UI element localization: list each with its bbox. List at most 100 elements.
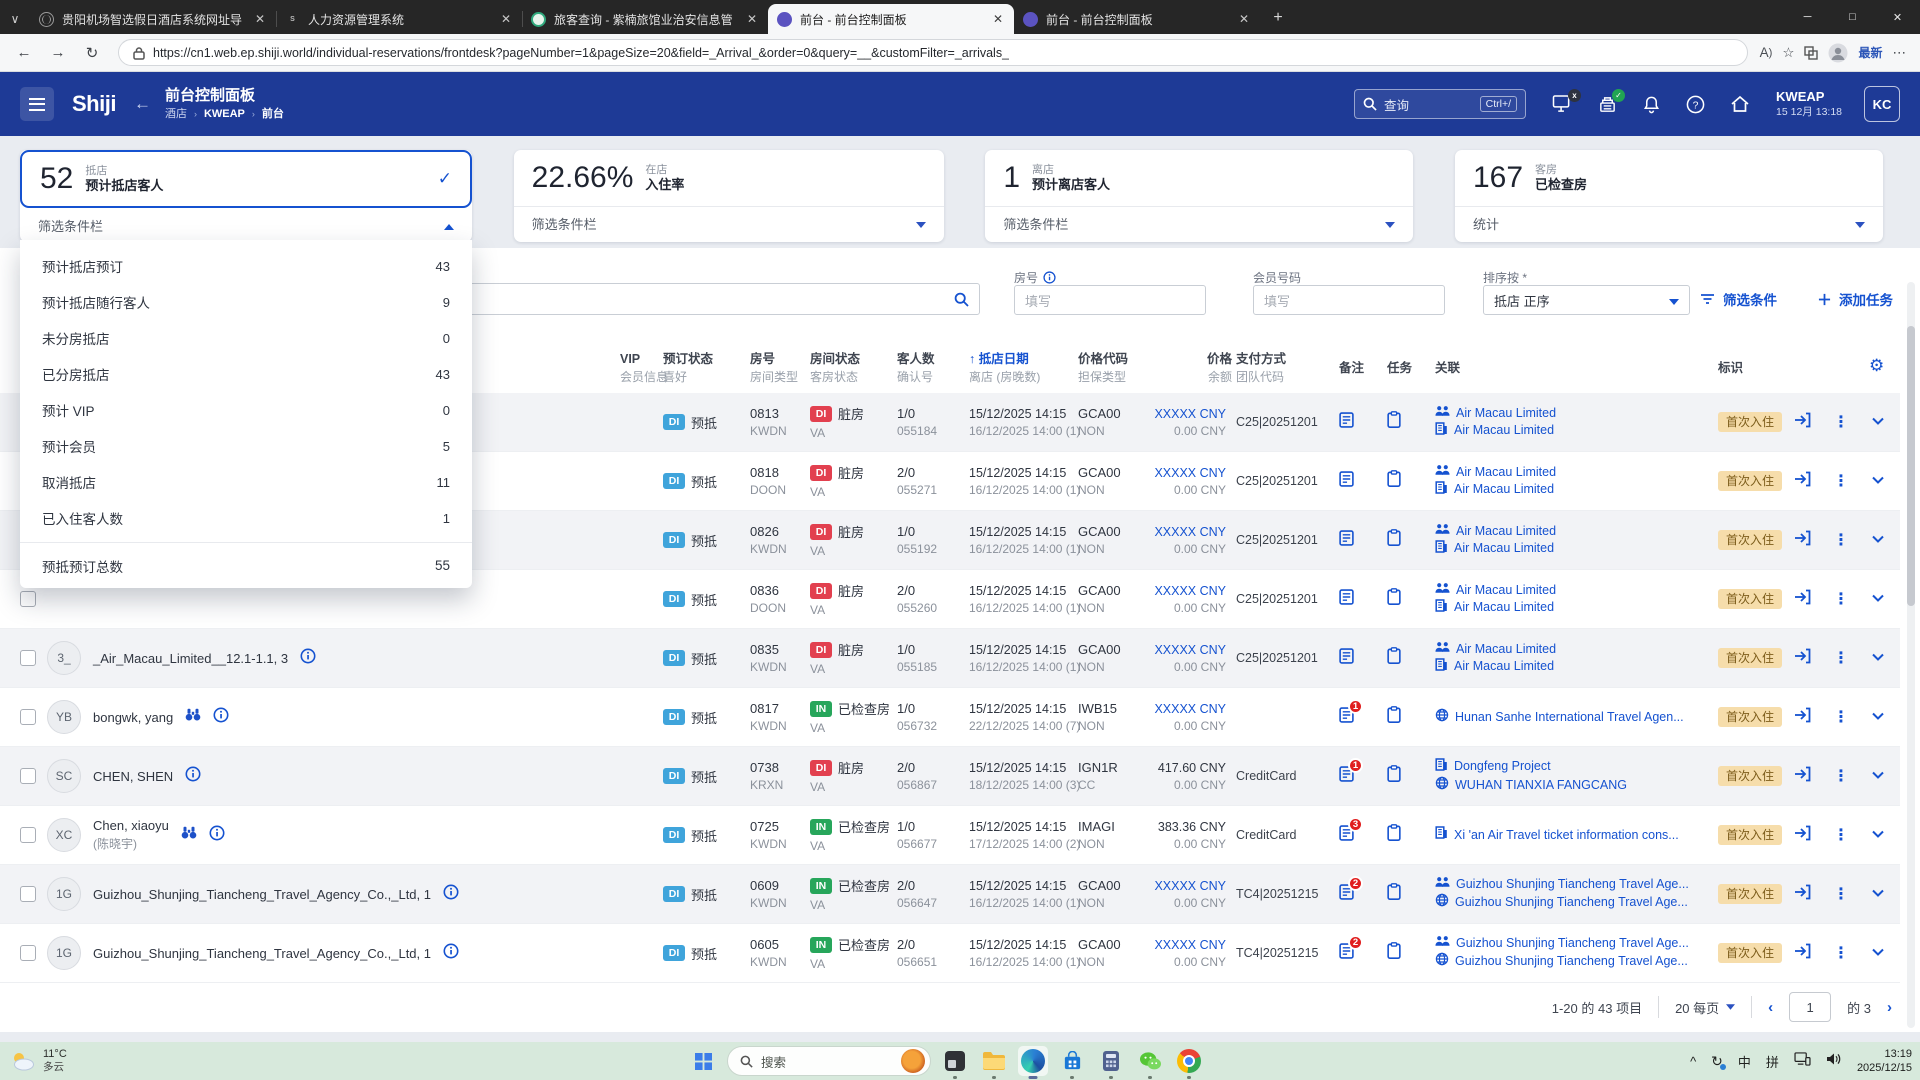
taskbar-search-input[interactable]: 搜索 xyxy=(727,1046,931,1076)
tasks-cell[interactable] xyxy=(1387,765,1435,787)
dropdown-item[interactable]: 预计抵店随行客人9 xyxy=(20,284,472,320)
tasks-cell[interactable] xyxy=(1387,588,1435,610)
linked-profile[interactable]: Air Macau Limited xyxy=(1435,523,1718,540)
tasks-cell[interactable] xyxy=(1387,824,1435,846)
room-number[interactable]: 0725 xyxy=(750,819,810,834)
column-header[interactable]: ↑ 抵店日期离店 (房晚数) xyxy=(969,351,1078,385)
column-header[interactable]: 备注 xyxy=(1339,360,1387,378)
stat-filter-toggle[interactable]: 筛选条件栏 xyxy=(514,206,944,240)
column-header[interactable]: VIP会员信息 xyxy=(620,351,663,385)
info-icon[interactable] xyxy=(300,648,316,664)
dropdown-item[interactable]: 预计会员5 xyxy=(20,428,472,464)
column-header[interactable]: 关联 xyxy=(1435,360,1718,378)
browser-tab[interactable]: 前台 - 前台控制面板✕ xyxy=(1014,4,1260,34)
more-actions-icon[interactable]: ⋮ xyxy=(1833,943,1849,963)
new-tab-button[interactable]: + xyxy=(1264,4,1292,32)
info-icon[interactable] xyxy=(443,884,459,900)
expand-row-icon[interactable] xyxy=(1871,885,1885,903)
check-in-button[interactable] xyxy=(1794,825,1811,846)
more-actions-icon[interactable]: ⋮ xyxy=(1833,884,1849,904)
guest-name[interactable]: _Air_Macau_Limited__12.1-1.1, 3 xyxy=(93,651,288,666)
collections-icon[interactable] xyxy=(1804,46,1818,60)
row-checkbox[interactable] xyxy=(20,650,36,666)
tab-close-icon[interactable]: ✕ xyxy=(1237,12,1251,26)
linked-profile[interactable]: Air Macau Limited xyxy=(1435,540,1718,558)
room-number[interactable]: 0836 xyxy=(750,583,810,598)
check-in-button[interactable] xyxy=(1794,766,1811,787)
expand-row-icon[interactable] xyxy=(1871,531,1885,549)
more-actions-icon[interactable]: ⋮ xyxy=(1833,530,1849,550)
notes-cell[interactable]: 1 xyxy=(1339,707,1387,728)
row-checkbox[interactable] xyxy=(20,709,36,725)
help-icon[interactable]: ? xyxy=(1686,95,1705,114)
page-size-select[interactable]: 20 每页 xyxy=(1675,998,1735,1017)
filter-button[interactable]: 筛选条件 xyxy=(1700,289,1777,309)
info-icon[interactable] xyxy=(443,943,459,959)
calculator-icon[interactable] xyxy=(1096,1046,1126,1076)
stat-filter-toggle[interactable]: 筛选条件栏 xyxy=(985,206,1413,240)
notes-cell[interactable]: 2 xyxy=(1339,884,1387,905)
browser-tab[interactable]: 旅客查询 - 紫楠旅馆业治安信息管✕ xyxy=(522,4,768,34)
expand-row-icon[interactable] xyxy=(1871,708,1885,726)
dropdown-item[interactable]: 取消抵店11 xyxy=(20,464,472,500)
more-actions-icon[interactable]: ⋮ xyxy=(1833,412,1849,432)
tab-close-icon[interactable]: ✕ xyxy=(991,12,1005,26)
linked-profile[interactable]: Air Macau Limited xyxy=(1435,422,1718,440)
linked-profile[interactable]: Air Macau Limited xyxy=(1435,405,1718,422)
linked-profile[interactable]: Air Macau Limited xyxy=(1435,464,1718,481)
stat-card-3[interactable]: 1离店预计离店客人筛选条件栏 xyxy=(985,150,1413,242)
room-number[interactable]: 0813 xyxy=(750,406,810,421)
chrome-icon[interactable] xyxy=(1174,1046,1204,1076)
notes-cell[interactable]: 2 xyxy=(1339,943,1387,964)
column-settings-gear-icon[interactable]: ⚙ xyxy=(1869,356,1884,376)
check-in-button[interactable] xyxy=(1794,943,1811,964)
room-number[interactable]: 0826 xyxy=(750,524,810,539)
more-actions-icon[interactable]: ⋮ xyxy=(1833,825,1849,845)
more-actions-icon[interactable]: ⋮ xyxy=(1833,589,1849,609)
favorite-star-icon[interactable]: ☆ xyxy=(1782,45,1794,61)
guest-search-input[interactable] xyxy=(440,283,980,315)
scrollbar[interactable] xyxy=(1907,282,1915,1028)
tasks-cell[interactable] xyxy=(1387,470,1435,492)
stat-card-2[interactable]: 22.66%在店入住率筛选条件栏 xyxy=(514,150,944,242)
scrollbar-thumb[interactable] xyxy=(1907,326,1915,606)
browser-tab[interactable]: 前台 - 前台控制面板✕ xyxy=(768,4,1014,34)
linked-profile[interactable]: Air Macau Limited xyxy=(1435,658,1718,676)
close-button[interactable]: ✕ xyxy=(1875,0,1920,34)
linked-profile[interactable]: Guizhou Shunjing Tiancheng Travel Age... xyxy=(1435,952,1718,971)
stat-card-1[interactable]: 52抵店预计抵店客人✓筛选条件栏 xyxy=(20,150,472,242)
column-header[interactable]: 预订状态喜好 xyxy=(663,351,750,385)
column-header[interactable]: 价格余额 xyxy=(1162,351,1236,385)
notes-cell[interactable]: 1 xyxy=(1339,766,1387,787)
notes-cell[interactable] xyxy=(1339,589,1387,610)
global-search-input[interactable]: 查询 Ctrl+/ xyxy=(1354,89,1526,119)
notes-cell[interactable] xyxy=(1339,648,1387,669)
guest-name[interactable]: Guizhou_Shunjing_Tiancheng_Travel_Agency… xyxy=(93,887,431,902)
dropdown-item[interactable]: 预计抵店预订43 xyxy=(20,248,472,284)
page-number-input[interactable]: 1 xyxy=(1789,992,1831,1022)
ime-mode-indicator[interactable]: 拼 xyxy=(1766,1052,1779,1071)
tab-close-icon[interactable]: ✕ xyxy=(499,12,513,26)
sort-by-select[interactable]: 抵店 正序 xyxy=(1483,285,1690,315)
browser-menu-icon[interactable]: ⋯ xyxy=(1893,45,1907,61)
linked-profile[interactable]: Dongfeng Project xyxy=(1435,758,1718,776)
check-in-button[interactable] xyxy=(1794,648,1811,669)
linked-profile[interactable]: Air Macau Limited xyxy=(1435,641,1718,658)
user-avatar[interactable]: KC xyxy=(1864,86,1900,122)
breadcrumb-hotel[interactable]: 酒店 xyxy=(165,108,187,122)
home-icon[interactable] xyxy=(1730,95,1750,113)
column-header[interactable]: 房间状态客房状态 xyxy=(810,351,897,385)
notes-cell[interactable]: 3 xyxy=(1339,825,1387,846)
back-icon[interactable]: ← xyxy=(10,39,38,67)
room-number[interactable]: 0738 xyxy=(750,760,810,775)
notifications-bell-icon[interactable] xyxy=(1642,95,1661,114)
linked-profile[interactable]: Guizhou Shunjing Tiancheng Travel Age... xyxy=(1435,935,1718,952)
cashier-icon[interactable]: ✓ xyxy=(1598,95,1617,114)
room-number[interactable]: 0609 xyxy=(750,878,810,893)
property-block[interactable]: KWEAP 15 12月 13:18 xyxy=(1776,89,1842,120)
hamburger-menu-icon[interactable] xyxy=(20,87,54,121)
check-in-button[interactable] xyxy=(1794,707,1811,728)
breadcrumb-property[interactable]: KWEAP xyxy=(204,108,245,122)
tab-close-icon[interactable]: ✕ xyxy=(253,12,267,26)
browser-tab[interactable]: 贵阳机场智选假日酒店系统网址导✕ xyxy=(30,4,276,34)
